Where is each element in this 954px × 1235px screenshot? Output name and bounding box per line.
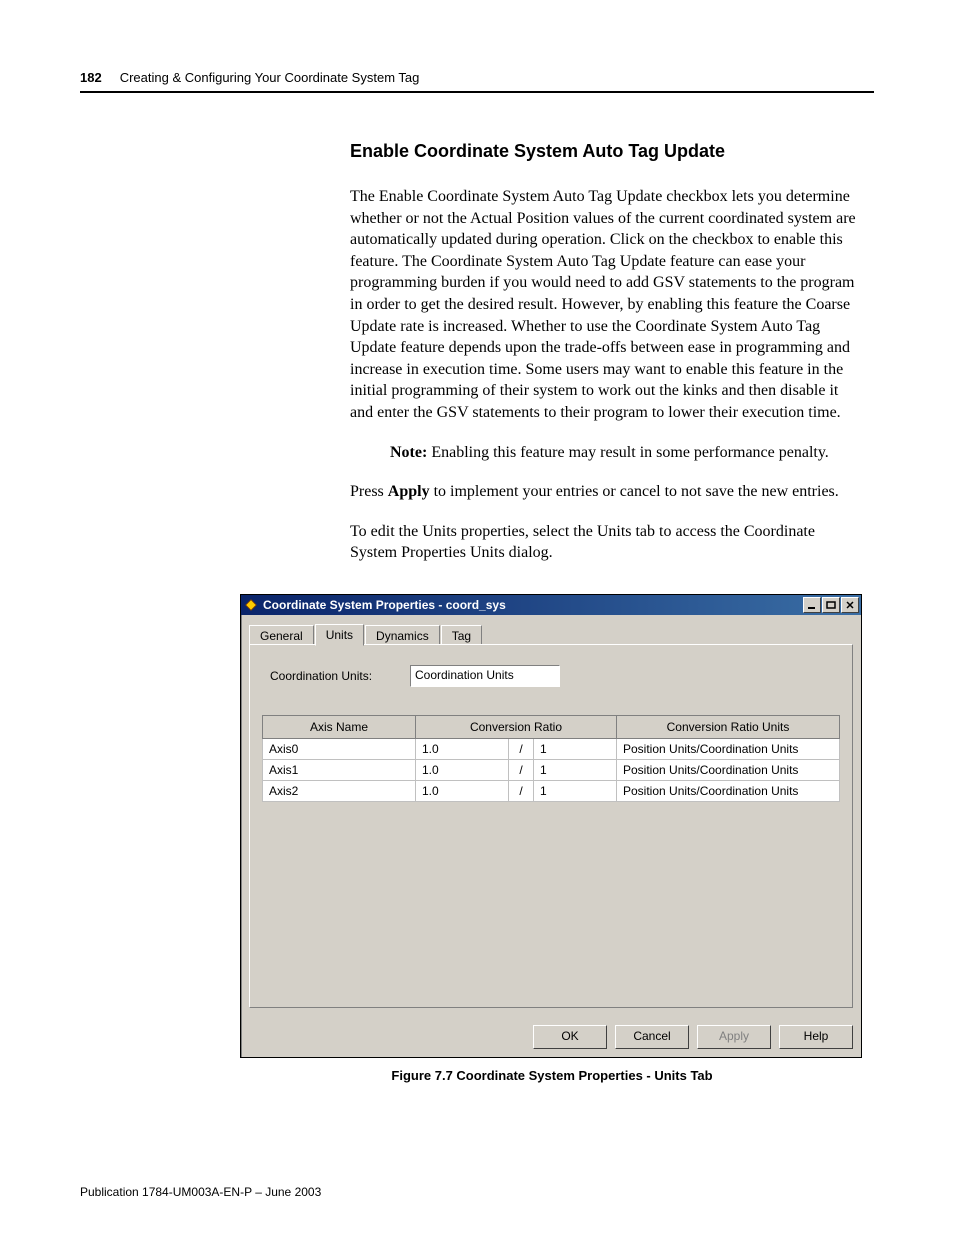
cell-axis-name[interactable]: Axis2 [263, 780, 416, 801]
cell-ratio-sep: / [509, 780, 534, 801]
help-button[interactable]: Help [779, 1025, 853, 1049]
cell-ratio-den[interactable]: 1 [534, 780, 617, 801]
dialog-button-row: OK Cancel Apply Help [241, 1017, 861, 1057]
tab-strip: General Units Dynamics Tag [249, 623, 853, 645]
note-text: Enabling this feature may result in some… [427, 444, 829, 461]
cell-ratio-sep: / [509, 738, 534, 759]
cell-ratio-den[interactable]: 1 [534, 759, 617, 780]
cell-ratio-num[interactable]: 1.0 [416, 759, 509, 780]
table-row: Axis1 1.0 / 1 Position Units/Coordinatio… [263, 759, 840, 780]
body-paragraph-3: To edit the Units properties, select the… [350, 521, 864, 564]
body-paragraph-1: The Enable Coordinate System Auto Tag Up… [350, 186, 864, 424]
app-icon [243, 597, 259, 613]
coordination-units-input[interactable]: Coordination Units [410, 665, 560, 687]
cell-ratio-units: Position Units/Coordination Units [617, 738, 840, 759]
cell-ratio-units: Position Units/Coordination Units [617, 780, 840, 801]
tab-dynamics[interactable]: Dynamics [365, 625, 440, 645]
maximize-button[interactable] [822, 597, 840, 613]
table-row: Axis0 1.0 / 1 Position Units/Coordinatio… [263, 738, 840, 759]
cell-ratio-num[interactable]: 1.0 [416, 738, 509, 759]
page-number: 182 [80, 70, 102, 85]
tab-tag[interactable]: Tag [441, 625, 482, 645]
titlebar: Coordinate System Properties - coord_sys [241, 595, 861, 615]
cell-ratio-num[interactable]: 1.0 [416, 780, 509, 801]
cell-axis-name[interactable]: Axis0 [263, 738, 416, 759]
cancel-button[interactable]: Cancel [615, 1025, 689, 1049]
axis-table: Axis Name Conversion Ratio Conversion Ra… [262, 715, 840, 802]
close-button[interactable] [841, 597, 859, 613]
cell-ratio-den[interactable]: 1 [534, 738, 617, 759]
ok-button[interactable]: OK [533, 1025, 607, 1049]
cell-axis-name[interactable]: Axis1 [263, 759, 416, 780]
note-paragraph: Note: Enabling this feature may result i… [390, 442, 864, 464]
para2-pre: Press [350, 483, 388, 500]
section-heading: Enable Coordinate System Auto Tag Update [350, 141, 864, 162]
col-conversion-ratio-units: Conversion Ratio Units [617, 715, 840, 738]
tab-general[interactable]: General [249, 625, 314, 645]
chapter-title: Creating & Configuring Your Coordinate S… [120, 70, 420, 85]
publication-footer: Publication 1784-UM003A-EN-P – June 2003 [80, 1185, 321, 1199]
dialog-window: Coordinate System Properties - coord_sys… [240, 594, 862, 1058]
apply-word: Apply [388, 483, 430, 500]
figure-caption: Figure 7.7 Coordinate System Properties … [240, 1068, 864, 1083]
coordination-units-label: Coordination Units: [270, 669, 410, 683]
cell-ratio-sep: / [509, 759, 534, 780]
apply-button[interactable]: Apply [697, 1025, 771, 1049]
window-title: Coordinate System Properties - coord_sys [263, 598, 803, 612]
cell-ratio-units: Position Units/Coordination Units [617, 759, 840, 780]
minimize-button[interactable] [803, 597, 821, 613]
para2-post: to implement your entries or cancel to n… [430, 483, 839, 500]
note-label: Note: [390, 444, 427, 461]
col-axis-name: Axis Name [263, 715, 416, 738]
table-row: Axis2 1.0 / 1 Position Units/Coordinatio… [263, 780, 840, 801]
page-header: 182 Creating & Configuring Your Coordina… [80, 70, 874, 93]
tab-panel-units: Coordination Units: Coordination Units A… [249, 644, 853, 1008]
tab-units[interactable]: Units [315, 624, 364, 646]
col-conversion-ratio: Conversion Ratio [416, 715, 617, 738]
body-paragraph-2: Press Apply to implement your entries or… [350, 481, 864, 503]
